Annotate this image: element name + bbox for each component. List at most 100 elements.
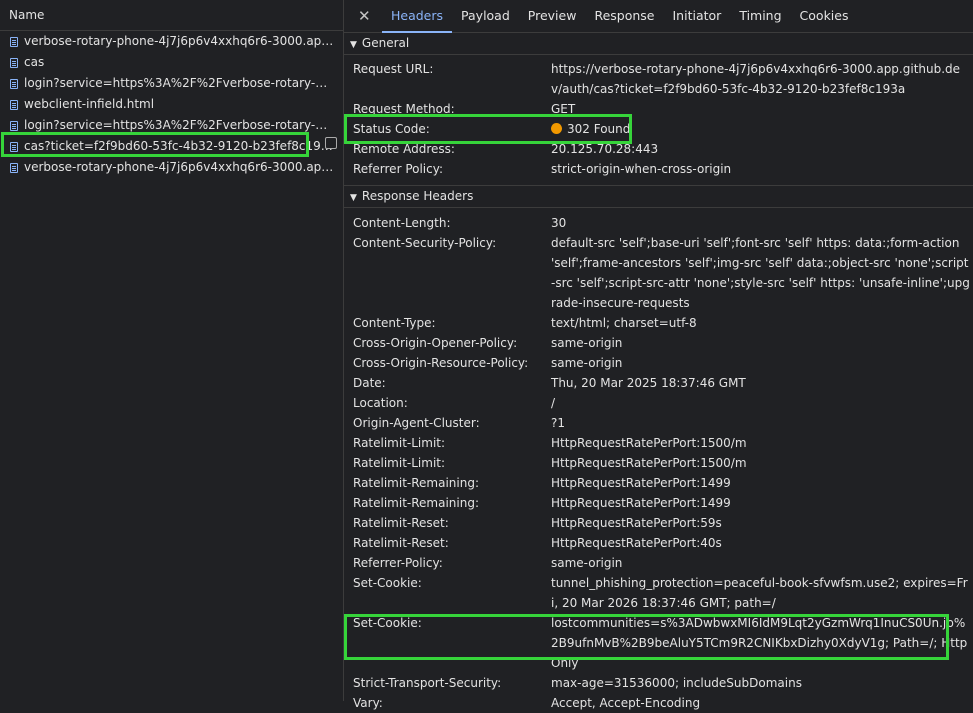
- status-dot-icon: [551, 123, 562, 134]
- details-tabbar: ✕ Headers Payload Preview Response Initi…: [344, 0, 973, 33]
- tab-timing[interactable]: Timing: [730, 0, 790, 32]
- header-key: Date:: [353, 376, 386, 390]
- name-column-header[interactable]: Name: [0, 0, 343, 31]
- header-value: HttpRequestRatePerPort:1500/m: [551, 436, 747, 450]
- header-key: Vary:: [353, 696, 383, 710]
- response-header-row: Ratelimit-Limit: HttpRequestRatePerPort:1…: [353, 433, 973, 453]
- response-header-row: Date: Thu, 20 Mar 2025 18:37:46 GMT: [353, 373, 973, 393]
- status-text: 302 Found: [567, 122, 631, 136]
- header-key: Ratelimit-Limit:: [353, 456, 446, 470]
- response-header-row: Ratelimit-Limit: HttpRequestRatePerPort:1…: [353, 453, 973, 473]
- general-row-request-method: Request Method: GET: [353, 99, 973, 119]
- header-key: Strict-Transport-Security:: [353, 676, 502, 690]
- general-section-title: General: [361, 36, 410, 50]
- header-key: Origin-Agent-Cluster:: [353, 416, 480, 430]
- header-key: Location:: [353, 396, 408, 410]
- header-value: lostcommunities=s%3ADwbwxMI6IdM9Lqt2yGzm…: [551, 616, 968, 670]
- response-header-row: Origin-Agent-Cluster: ?1: [353, 413, 973, 433]
- header-value: same-origin: [551, 356, 623, 370]
- copy-icon[interactable]: [325, 137, 337, 149]
- header-value: Thu, 20 Mar 2025 18:37:46 GMT: [551, 376, 746, 390]
- request-name: login?service=https%3A%2F%2Fverbose-rota…: [24, 76, 334, 90]
- header-value: HttpRequestRatePerPort:1499: [551, 496, 731, 510]
- response-header-row: Strict-Transport-Security: max-age=315360…: [353, 673, 973, 693]
- response-header-row: Cross-Origin-Opener-Policy: same-origin: [353, 333, 973, 353]
- document-icon: [10, 141, 18, 152]
- header-key: Request URL:: [353, 62, 434, 76]
- response-header-row: Ratelimit-Reset: HttpRequestRatePerPort:5…: [353, 513, 973, 533]
- header-key: Remote Address:: [353, 142, 455, 156]
- request-list: verbose-rotary-phone-4j7j6p6v4xxhq6r6-30…: [0, 31, 343, 178]
- tab-headers[interactable]: Headers: [382, 0, 453, 33]
- general-section-header[interactable]: ▼ General: [344, 33, 973, 55]
- request-row[interactable]: login?service=https%3A%2F%2Fverbose-rota…: [0, 115, 343, 136]
- response-header-row: Content-Security-Policy: default-src 'sel…: [353, 233, 973, 313]
- header-value: same-origin: [551, 556, 623, 570]
- general-section: Request URL: https://verbose-rotary-phon…: [344, 55, 973, 185]
- header-key: Content-Length:: [353, 216, 451, 230]
- tab-response[interactable]: Response: [585, 0, 663, 32]
- general-row-remote-address: Remote Address: 20.125.70.28:443: [353, 139, 973, 159]
- response-header-row: Vary: Accept, Accept-Encoding: [353, 693, 973, 713]
- response-header-row: Ratelimit-Remaining: HttpRequestRatePerPo…: [353, 493, 973, 513]
- header-value: ?1: [551, 416, 566, 430]
- request-row[interactable]: verbose-rotary-phone-4j7j6p6v4xxhq6r6-30…: [0, 157, 343, 178]
- response-header-row: Referrer-Policy: same-origin: [353, 553, 973, 573]
- header-key: Status Code:: [353, 122, 430, 136]
- header-value: text/html; charset=utf-8: [551, 316, 697, 330]
- header-value: Accept, Accept-Encoding: [551, 696, 701, 710]
- request-name: cas: [24, 55, 45, 69]
- response-header-row: Content-Type: text/html; charset=utf-8: [353, 313, 973, 333]
- response-header-row: Set-Cookie: tunnel_phishing_protection=pe…: [353, 573, 973, 613]
- tab-initiator[interactable]: Initiator: [664, 0, 731, 32]
- collapse-triangle-icon: ▼: [350, 193, 357, 203]
- response-headers-section: Content-Length: 30 Content-Security-Polic…: [344, 208, 973, 713]
- tab-preview[interactable]: Preview: [519, 0, 586, 32]
- header-value: GET: [551, 102, 576, 116]
- header-key: Referrer Policy:: [353, 162, 443, 176]
- request-list-panel: Name verbose-rotary-phone-4j7j6p6v4xxhq6…: [0, 0, 344, 701]
- header-value: same-origin: [551, 336, 623, 350]
- general-row-referrer-policy: Referrer Policy: strict-origin-when-cros…: [353, 159, 973, 179]
- tab-payload[interactable]: Payload: [452, 0, 519, 32]
- request-row-selected[interactable]: cas?ticket=f2f9bd60-53fc-4b32-9120-b23fe…: [0, 136, 343, 157]
- request-name: login?service=https%3A%2F%2Fverbose-rota…: [24, 118, 334, 132]
- request-row[interactable]: login?service=https%3A%2F%2Fverbose-rota…: [0, 73, 343, 94]
- response-header-row: Location: /: [353, 393, 973, 413]
- header-value: HttpRequestRatePerPort:1500/m: [551, 456, 747, 470]
- request-name: webclient-infield.html: [24, 97, 155, 111]
- document-icon: [10, 162, 18, 173]
- header-value: max-age=31536000; includeSubDomains: [551, 676, 802, 690]
- header-key: Cross-Origin-Resource-Policy:: [353, 356, 529, 370]
- request-row[interactable]: verbose-rotary-phone-4j7j6p6v4xxhq6r6-30…: [0, 31, 343, 52]
- header-value: https://verbose-rotary-phone-4j7j6p6v4xx…: [551, 62, 961, 96]
- header-key: Content-Type:: [353, 316, 436, 330]
- collapse-triangle-icon: ▼: [350, 40, 357, 50]
- document-icon: [10, 99, 18, 110]
- header-key: Ratelimit-Remaining:: [353, 476, 480, 490]
- request-name: verbose-rotary-phone-4j7j6p6v4xxhq6r6-30…: [24, 34, 334, 48]
- document-icon: [10, 57, 18, 68]
- status-value: 302 Found: [551, 119, 971, 139]
- request-details-panel: ✕ Headers Payload Preview Response Initi…: [344, 0, 973, 710]
- response-header-row: Set-Cookie: lostcommunities=s%3ADwbwxMI6I…: [353, 613, 973, 673]
- header-key: Cross-Origin-Opener-Policy:: [353, 336, 518, 350]
- header-value: tunnel_phishing_protection=peaceful-book…: [551, 576, 968, 610]
- header-key: Ratelimit-Remaining:: [353, 496, 480, 510]
- request-row[interactable]: webclient-infield.html: [0, 94, 343, 115]
- request-name: verbose-rotary-phone-4j7j6p6v4xxhq6r6-30…: [24, 160, 334, 174]
- header-value: default-src 'self';base-uri 'self';font-…: [551, 236, 970, 310]
- header-value: HttpRequestRatePerPort:1499: [551, 476, 731, 490]
- request-row[interactable]: cas: [0, 52, 343, 73]
- response-headers-title: Response Headers: [361, 189, 474, 203]
- general-row-request-url: Request URL: https://verbose-rotary-phon…: [353, 59, 973, 99]
- header-value: 30: [551, 216, 567, 230]
- header-key: Content-Security-Policy:: [353, 236, 497, 250]
- header-key: Ratelimit-Reset:: [353, 516, 449, 530]
- header-key: Request Method:: [353, 102, 455, 116]
- header-key: Set-Cookie:: [353, 616, 422, 630]
- document-icon: [10, 36, 18, 47]
- response-headers-section-header[interactable]: ▼ Response Headers: [344, 185, 973, 208]
- close-icon[interactable]: ✕: [358, 7, 371, 25]
- tab-cookies[interactable]: Cookies: [791, 0, 858, 32]
